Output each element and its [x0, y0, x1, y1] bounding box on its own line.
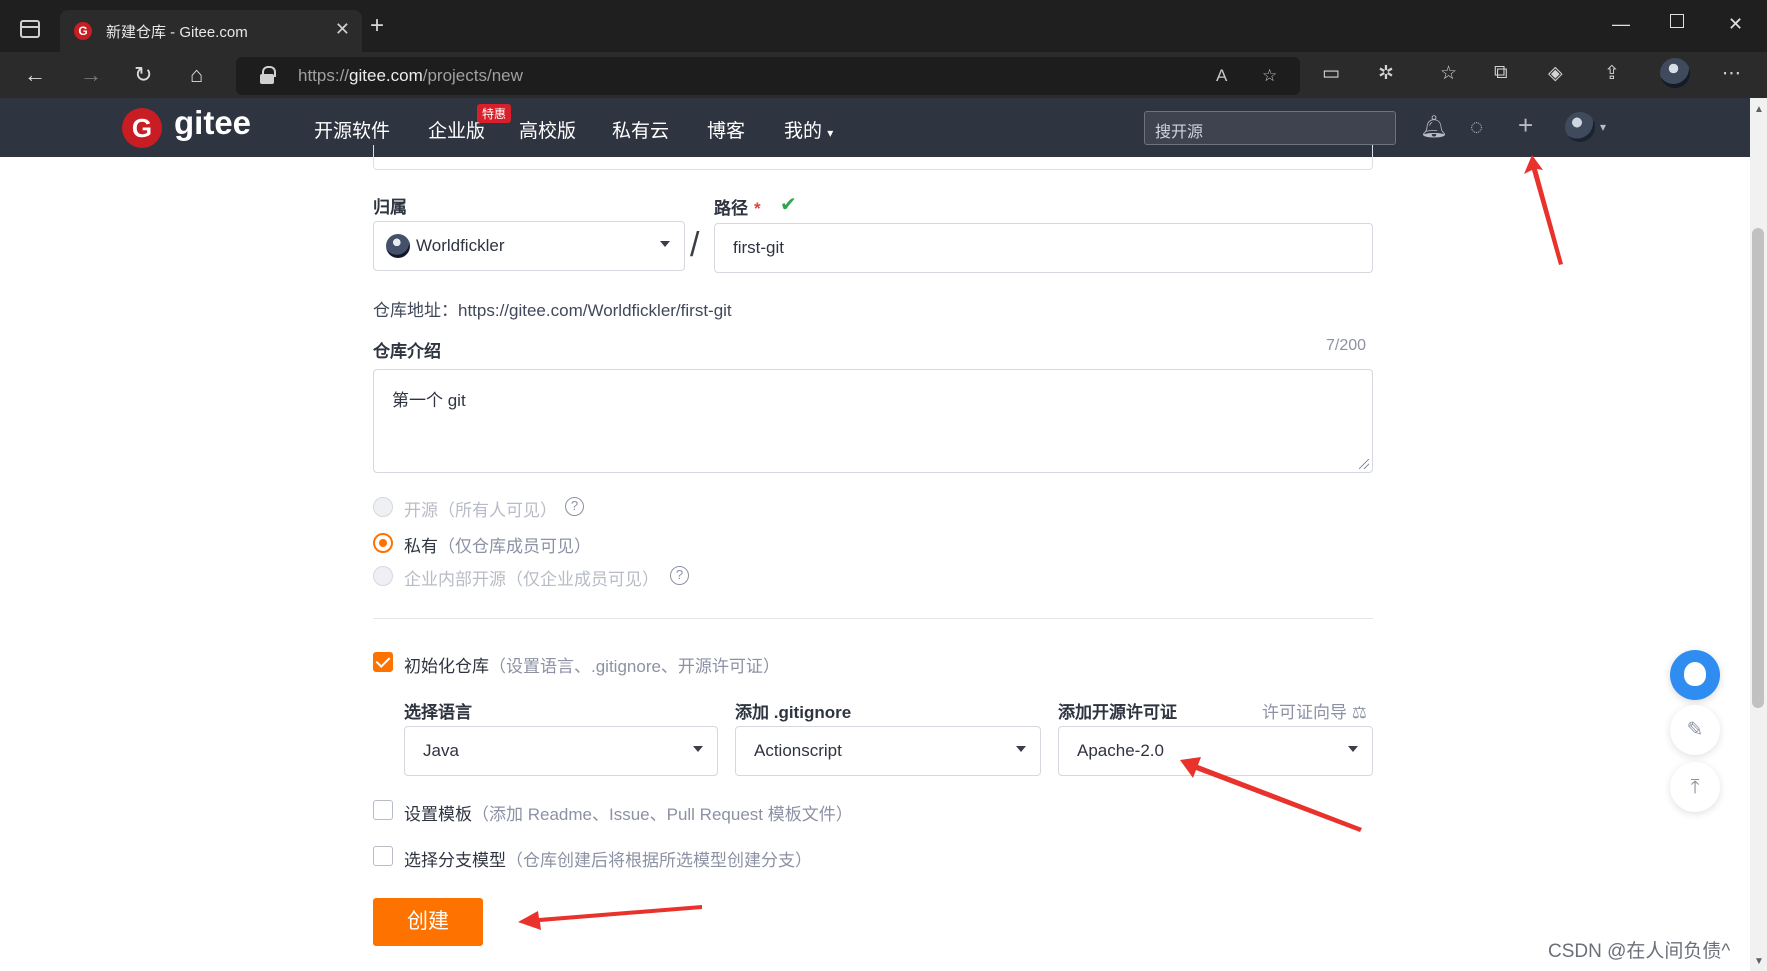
- owner-label: 归属: [373, 198, 407, 217]
- path-input[interactable]: first-git: [714, 223, 1373, 273]
- browser-tab-strip: G 新建仓库 - Gitee.com ✕ + — ✕: [0, 0, 1767, 52]
- gitignore-value: Actionscript: [754, 741, 842, 760]
- arrow-to-plus-icon: [1524, 155, 1563, 265]
- assistant-float-button[interactable]: [1670, 650, 1720, 700]
- sidebar-toggle-icon[interactable]: [20, 20, 40, 38]
- chevron-down-icon: [1348, 746, 1358, 752]
- browser-tab[interactable]: G 新建仓库 - Gitee.com ✕: [60, 10, 362, 52]
- gitignore-label: 添加 .gitignore: [735, 703, 852, 722]
- gitee-favicon-icon: G: [74, 22, 92, 40]
- back-to-top-icon[interactable]: ⤒: [1670, 762, 1720, 812]
- option-open-source[interactable]: 开源（所有人可见）: [404, 496, 557, 521]
- address-bar[interactable]: https://gitee.com/projects/new A ☆: [236, 57, 1300, 95]
- url-text: https://gitee.com/projects/new: [298, 66, 523, 85]
- repo-name-input-partial[interactable]: [373, 145, 1373, 170]
- bell-icon[interactable]: 🔔︎: [1420, 114, 1448, 140]
- owner-value: Worldfickler: [416, 236, 505, 255]
- extensions-icon[interactable]: ✲: [1378, 62, 1394, 85]
- favorite-add-icon[interactable]: ☆: [1262, 66, 1277, 86]
- check-valid-icon: ✔: [780, 194, 797, 216]
- radio-internal[interactable]: [373, 566, 393, 586]
- init-repo-label[interactable]: 初始化仓库（设置语言、.gitignore、开源许可证）: [404, 652, 780, 677]
- more-menu-icon[interactable]: ⋯: [1722, 62, 1741, 85]
- path-value: first-git: [733, 238, 784, 257]
- language-label: 选择语言: [404, 703, 472, 722]
- repo-address: 仓库地址：https://gitee.com/Worldfickler/firs…: [373, 301, 732, 320]
- reading-mode-icon[interactable]: ▭: [1322, 62, 1340, 85]
- back-icon[interactable]: ←: [24, 62, 46, 88]
- branch-model-label[interactable]: 选择分支模型（仓库创建后将根据所选模型创建分支）: [404, 846, 812, 871]
- scale-icon: ⚖: [1351, 703, 1367, 722]
- home-icon[interactable]: ⌂: [190, 62, 203, 88]
- option-internal[interactable]: 企业内部开源（仅企业成员可见）: [404, 565, 659, 590]
- nav-private-cloud[interactable]: 私有云: [612, 116, 669, 143]
- tab-title: 新建仓库 - Gitee.com: [106, 24, 248, 41]
- plus-icon[interactable]: +: [1518, 110, 1533, 141]
- feedback-edit-icon[interactable]: ✎: [1670, 705, 1720, 755]
- intro-value: 第一个 git: [392, 391, 466, 410]
- share-icon[interactable]: ⇪: [1604, 62, 1620, 85]
- nav-mine[interactable]: 我的 ▾: [784, 116, 833, 143]
- maximize-icon[interactable]: [1670, 14, 1684, 28]
- radio-open-source[interactable]: [373, 497, 393, 517]
- gitee-logo-text[interactable]: gitee: [174, 104, 251, 142]
- license-select[interactable]: Apache-2.0: [1058, 726, 1373, 776]
- new-tab-button[interactable]: +: [370, 14, 384, 38]
- scroll-up-icon[interactable]: ▲: [1754, 104, 1764, 115]
- chevron-down-icon: ▾: [827, 126, 834, 140]
- watermark: CSDN @在人间负债^: [1548, 941, 1731, 962]
- license-value: Apache-2.0: [1077, 741, 1164, 760]
- template-checkbox[interactable]: [373, 800, 393, 820]
- intro-textarea[interactable]: 第一个 git: [373, 369, 1373, 473]
- owner-avatar: [386, 234, 410, 258]
- arrow-to-create-button: [518, 905, 702, 930]
- read-aloud-icon[interactable]: A: [1216, 66, 1227, 86]
- language-select[interactable]: Java: [404, 726, 718, 776]
- window-close-icon[interactable]: ✕: [1728, 14, 1743, 35]
- init-repo-checkbox[interactable]: [373, 652, 393, 672]
- license-label: 添加开源许可证: [1058, 703, 1177, 722]
- language-value: Java: [423, 741, 459, 760]
- nav-blog[interactable]: 博客: [707, 116, 745, 143]
- path-label: 路径 *: [714, 199, 761, 218]
- path-separator: /: [690, 226, 700, 264]
- user-avatar[interactable]: [1565, 112, 1595, 142]
- intro-label: 仓库介绍: [373, 342, 441, 361]
- gitignore-select[interactable]: Actionscript: [735, 726, 1041, 776]
- promo-badge: 特惠: [477, 104, 512, 123]
- chevron-down-icon: [660, 241, 670, 247]
- search-input[interactable]: 搜开源: [1144, 111, 1396, 145]
- lightbulb-icon[interactable]: ◌: [1470, 114, 1483, 140]
- resize-grip-icon[interactable]: [1359, 459, 1369, 469]
- scroll-down-icon[interactable]: ▼: [1754, 956, 1764, 967]
- browser-essentials-icon[interactable]: ◈: [1548, 62, 1563, 85]
- minimize-icon[interactable]: —: [1612, 14, 1630, 35]
- forward-icon[interactable]: →: [80, 62, 102, 88]
- lock-icon: [260, 66, 276, 84]
- help-icon[interactable]: ?: [670, 566, 689, 585]
- favorites-icon[interactable]: ☆: [1440, 62, 1457, 85]
- create-button[interactable]: 创建: [373, 898, 483, 946]
- option-private[interactable]: 私有（仅仓库成员可见）: [404, 532, 591, 557]
- section-divider: [373, 618, 1373, 619]
- reload-icon[interactable]: ↻: [134, 62, 152, 88]
- license-guide-link[interactable]: 许可证向导 ⚖: [1262, 698, 1367, 723]
- owner-select[interactable]: Worldfickler: [373, 221, 685, 271]
- intro-counter: 7/200: [1326, 337, 1367, 354]
- close-tab-icon[interactable]: ✕: [335, 19, 350, 40]
- template-label[interactable]: 设置模板（添加 Readme、Issue、Pull Request 模板文件）: [404, 800, 853, 825]
- avatar-caret-icon[interactable]: ▾: [1600, 120, 1606, 134]
- branch-model-checkbox[interactable]: [373, 846, 393, 866]
- radio-private[interactable]: [373, 533, 393, 553]
- chevron-down-icon: [693, 746, 703, 752]
- scrollbar-thumb[interactable]: [1752, 228, 1764, 708]
- profile-avatar-icon[interactable]: [1660, 58, 1690, 88]
- chevron-down-icon: [1016, 746, 1026, 752]
- collections-icon[interactable]: ⧉: [1494, 62, 1508, 84]
- nav-open-source[interactable]: 开源软件: [314, 116, 390, 143]
- gitee-logo-icon[interactable]: G: [122, 108, 162, 148]
- nav-education[interactable]: 高校版: [519, 116, 576, 143]
- help-icon[interactable]: ?: [565, 497, 584, 516]
